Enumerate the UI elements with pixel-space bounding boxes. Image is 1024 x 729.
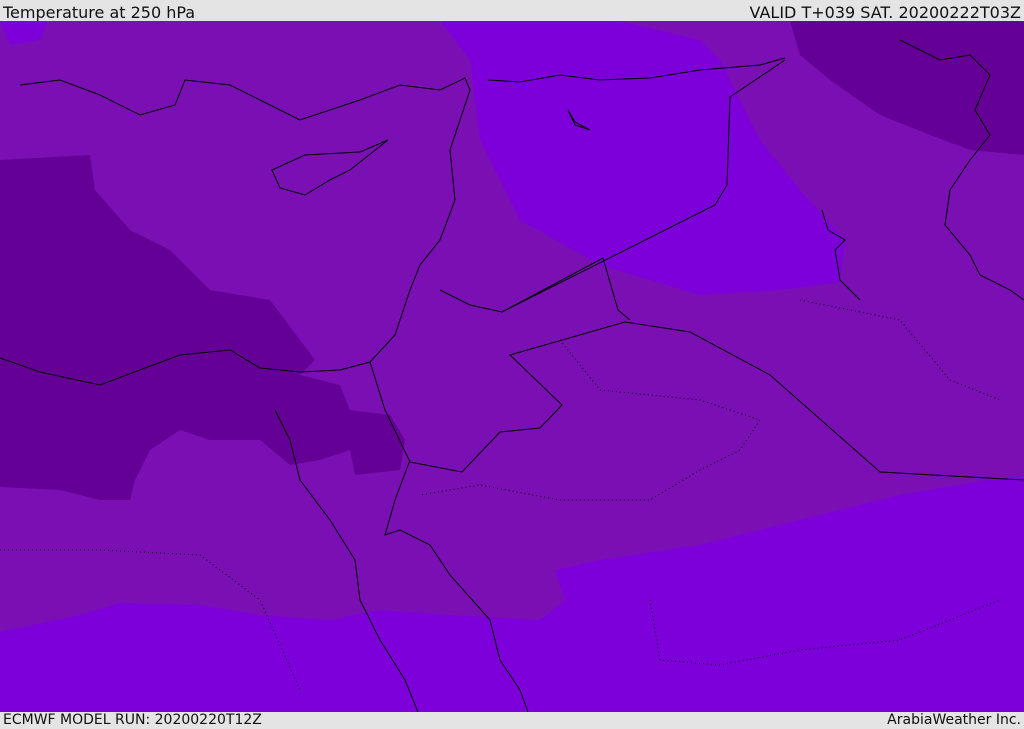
valid-time: VALID T+039 SAT. 20200222T03Z bbox=[749, 3, 1021, 22]
credit: ArabiaWeather Inc. bbox=[887, 712, 1021, 728]
header-bar: Temperature at 250 hPa VALID T+039 SAT. … bbox=[0, 0, 1024, 22]
model-run: ECMWF MODEL RUN: 20200220T12Z bbox=[3, 712, 262, 728]
map-title: Temperature at 250 hPa bbox=[3, 3, 196, 22]
temperature-map bbox=[0, 21, 1024, 712]
footer-bar: ECMWF MODEL RUN: 20200220T12Z ArabiaWeat… bbox=[0, 712, 1024, 729]
